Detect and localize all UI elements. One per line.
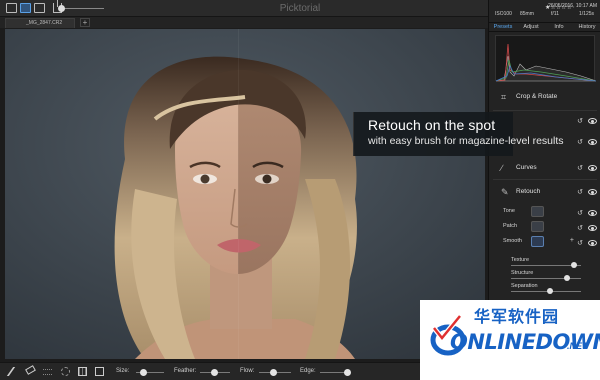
panel-tab-bar: Presets Adjust Info History — [489, 22, 600, 32]
curves-label: Curves — [516, 164, 537, 171]
feature-callout: Retouch on the spot with easy brush for … — [353, 112, 564, 156]
retouch-brush-icon: ✎ — [501, 187, 509, 197]
curves-icon: ∕ — [501, 163, 503, 173]
texture-slider[interactable]: Texture — [489, 257, 600, 269]
add-icon[interactable]: + — [570, 237, 574, 244]
eye-icon[interactable] — [588, 210, 597, 216]
tab-history[interactable]: History — [573, 23, 600, 31]
panel-divider — [493, 110, 597, 111]
tab-presets[interactable]: Presets — [489, 23, 517, 31]
patch-label: Patch — [503, 223, 518, 229]
separation-slider-track[interactable] — [511, 291, 581, 292]
retouch-row[interactable]: ✎ Retouch ↺ — [489, 184, 600, 200]
structure-slider-track[interactable] — [511, 278, 581, 279]
eye-icon[interactable] — [588, 118, 597, 124]
mask-square-icon[interactable] — [95, 367, 104, 376]
photo-info: 26/05/2016, 10:17 AM ISO100 85mm f/11 1/… — [489, 3, 600, 23]
retouch-label: Retouch — [516, 188, 541, 195]
feather-label: Feather: — [174, 368, 197, 374]
patch-row: Patch ↺ — [489, 220, 600, 234]
file-tab[interactable]: _MG_2847.CR2 — [5, 18, 75, 28]
separation-slider-knob[interactable] — [546, 288, 553, 294]
grid-icon[interactable] — [78, 367, 87, 376]
tone-label: Tone — [503, 208, 515, 214]
tab-adjust[interactable]: Adjust — [517, 23, 545, 31]
portrait-photo — [5, 29, 485, 359]
lasso-icon[interactable] — [61, 367, 70, 376]
undo-icon[interactable]: ↺ — [577, 239, 583, 247]
undo-icon[interactable]: ↺ — [577, 164, 583, 172]
patch-tool-button[interactable] — [531, 221, 544, 232]
photo-aperture: f/11 — [551, 11, 559, 17]
document-tab-bar: _MG_2847.CR2 + — [0, 17, 488, 28]
curves-row[interactable]: ∕ Curves ↺ — [489, 160, 600, 176]
brush-toolbar: Size: Feather: Flow: Edge: — [0, 362, 488, 380]
tone-row: Tone ↺ — [489, 205, 600, 219]
watermark-chinese-text: 华军软件园 — [474, 307, 560, 326]
structure-slider-knob[interactable] — [564, 275, 570, 281]
flow-label: Flow: — [240, 368, 255, 374]
smooth-label: Smooth — [503, 238, 522, 244]
histogram — [495, 35, 597, 82]
crop-rotate-row[interactable]: ⌗ Crop & Rotate — [489, 89, 600, 105]
callout-title: Retouch on the spot — [368, 117, 496, 133]
undo-icon[interactable]: ↺ — [577, 117, 583, 125]
separation-slider[interactable]: Separation — [489, 283, 600, 295]
tab-info[interactable]: Info — [545, 23, 573, 31]
eye-icon[interactable] — [588, 139, 597, 145]
lines-icon[interactable] — [43, 369, 52, 375]
crop-icon: ⌗ — [501, 92, 507, 102]
edge-label: Edge: — [300, 368, 316, 374]
before-after-split-line[interactable] — [238, 29, 239, 359]
size-slider-knob[interactable] — [140, 369, 147, 376]
undo-icon[interactable]: ↺ — [577, 138, 583, 146]
brush-icon[interactable] — [6, 367, 17, 376]
texture-label: Texture — [511, 257, 530, 263]
feather-slider-knob[interactable] — [211, 369, 218, 376]
structure-slider[interactable]: Structure — [489, 270, 600, 282]
undo-icon[interactable]: ↺ — [577, 188, 583, 196]
undo-icon[interactable]: ↺ — [577, 209, 583, 217]
eye-icon[interactable] — [588, 189, 597, 195]
crop-rotate-label: Crop & Rotate — [516, 93, 558, 100]
watermark-domain-text: .NET — [567, 341, 588, 351]
smooth-row: Smooth + ↺ — [489, 235, 600, 249]
size-label: Size: — [116, 368, 130, 374]
eye-icon[interactable] — [588, 225, 597, 231]
separation-label: Separation — [511, 283, 538, 289]
callout-subtitle: with easy brush for magazine-level resul… — [368, 135, 564, 147]
panel-divider — [493, 179, 597, 180]
eraser-icon[interactable] — [25, 365, 36, 375]
structure-label: Structure — [511, 270, 534, 276]
photo-focal-length: 85mm — [520, 11, 534, 17]
eye-icon[interactable] — [588, 240, 597, 246]
edge-slider-knob[interactable] — [344, 369, 351, 376]
texture-slider-knob[interactable] — [571, 262, 577, 268]
add-tab-button[interactable]: + — [80, 18, 90, 27]
tone-tool-button[interactable] — [531, 206, 544, 217]
photo-shutter: 1/125s — [579, 11, 595, 17]
smooth-tool-button[interactable] — [531, 236, 544, 247]
photo-canvas[interactable] — [5, 29, 485, 359]
photo-iso: ISO100 — [495, 11, 512, 17]
flow-slider-knob[interactable] — [270, 369, 277, 376]
rating-stars[interactable]: ★☆☆☆☆ — [545, 4, 572, 11]
eye-icon[interactable] — [588, 165, 597, 171]
undo-icon[interactable]: ↺ — [577, 224, 583, 232]
